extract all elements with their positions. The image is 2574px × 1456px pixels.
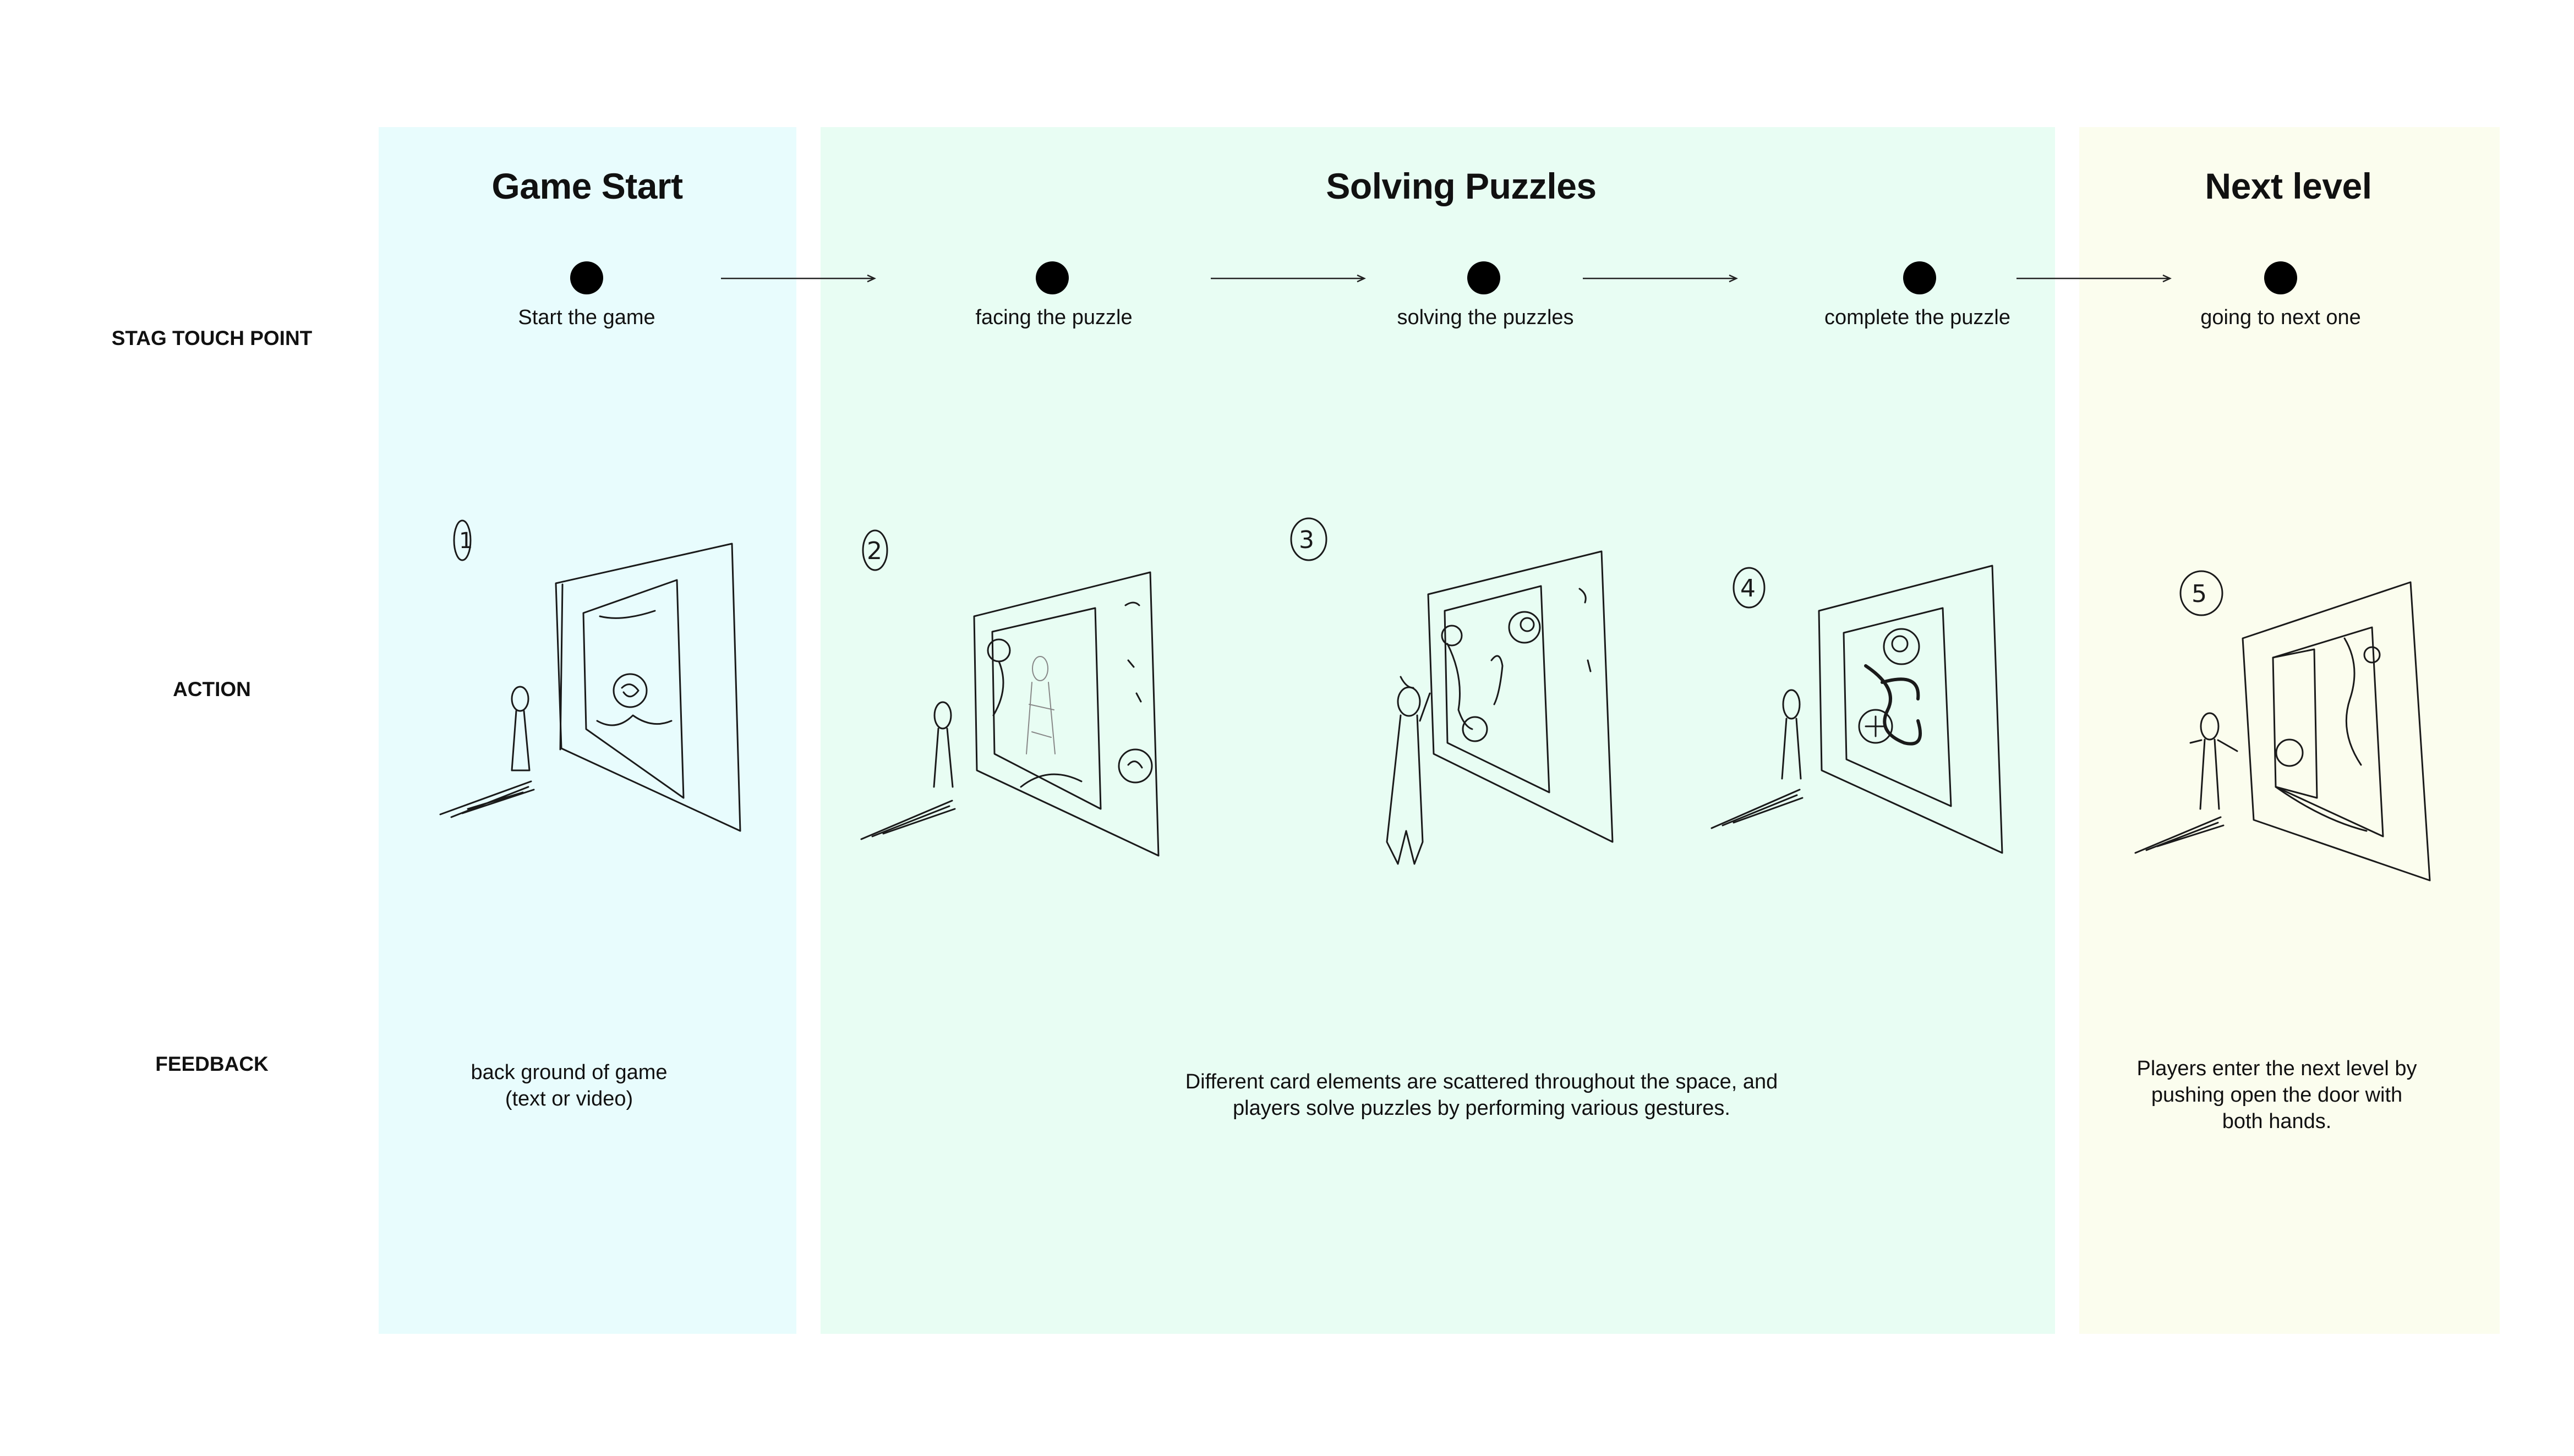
feedback-line: players solve puzzles by performing vari… <box>1233 1097 1730 1120</box>
stage-title-solving-puzzles: Solving Puzzles <box>1326 166 1597 206</box>
feedback-line: both hands. <box>2222 1110 2332 1133</box>
flow-arrow-2 <box>1211 274 1366 283</box>
touch-point-label-4: complete the puzzle <box>1824 306 2010 329</box>
row-label-touch-point: STAG TOUCH POINT <box>111 327 313 349</box>
touch-point-dot-1 <box>570 261 603 294</box>
touch-point-label-1: Start the game <box>518 306 655 329</box>
stage-title-next-level: Next level <box>2205 166 2372 206</box>
flow-arrow-4 <box>2016 274 2172 283</box>
touch-point-dot-4 <box>1903 261 1936 294</box>
flow-arrow-1 <box>721 274 876 283</box>
flow-arrow-3 <box>1583 274 1738 283</box>
stage-title-game-start: Game Start <box>491 166 683 206</box>
feedback-line: pushing open the door with <box>2151 1083 2403 1107</box>
action-sketch-5: 5 <box>2134 570 2431 882</box>
action-sketch-4: 4 <box>1710 565 2003 854</box>
action-sketch-2: 2 <box>860 529 1160 857</box>
row-label-action: ACTION <box>173 678 251 700</box>
feedback-line: back ground of game <box>471 1061 668 1084</box>
touch-point-label-5: going to next one <box>2200 306 2361 329</box>
touch-point-label-2: facing the puzzle <box>975 306 1133 329</box>
sketch-number-3: 3 <box>1299 526 1314 554</box>
action-sketch-1: 1 <box>439 519 741 832</box>
feedback-game-start: back ground of game (text or video) <box>471 1059 667 1112</box>
sketch-number-2: 2 <box>867 537 882 565</box>
feedback-solving-puzzles: Different card elements are scattered th… <box>1185 1069 1778 1121</box>
feedback-next-level: Players enter the next level by pushing … <box>2136 1055 2417 1135</box>
sketch-number-1: 1 <box>459 528 473 554</box>
action-sketch-3: 3 <box>1290 517 1614 865</box>
touch-point-dot-2 <box>1036 261 1069 294</box>
touch-point-dot-5 <box>2264 261 2297 294</box>
sketch-number-5: 5 <box>2192 580 2207 608</box>
feedback-line: (text or video) <box>505 1087 633 1110</box>
touch-point-label-3: solving the puzzles <box>1397 306 1574 329</box>
touch-point-dot-3 <box>1467 261 1500 294</box>
row-label-feedback: FEEDBACK <box>155 1053 269 1075</box>
sketch-number-4: 4 <box>1740 574 1756 603</box>
feedback-line: Different card elements are scattered th… <box>1185 1070 1778 1093</box>
feedback-line: Players enter the next level by <box>2136 1057 2417 1080</box>
